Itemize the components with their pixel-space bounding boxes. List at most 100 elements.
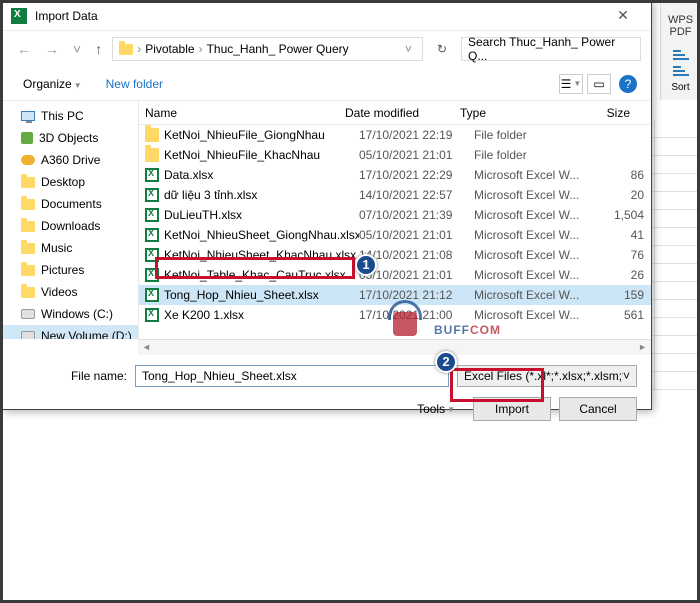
annotation-badge-2: 2	[435, 351, 457, 373]
tree-item[interactable]: Desktop	[3, 171, 138, 193]
tree-item[interactable]: 3D Objects	[3, 127, 138, 149]
file-type: Microsoft Excel W...	[474, 168, 594, 182]
file-date: 05/10/2021 21:01	[359, 148, 474, 162]
file-row[interactable]: dữ liệu 3 tỉnh.xlsx14/10/2021 22:57Micro…	[139, 185, 651, 205]
excel-file-icon	[145, 208, 159, 222]
file-date: 17/10/2021 21:12	[359, 288, 474, 302]
col-type[interactable]: Type	[460, 106, 580, 120]
file-size: 76	[594, 248, 644, 262]
file-type: Microsoft Excel W...	[474, 268, 594, 282]
folder-icon	[21, 177, 35, 188]
tree-item[interactable]: Music	[3, 237, 138, 259]
file-name: KetNoi_NhieuFile_KhacNhau	[164, 148, 359, 162]
new-folder-button[interactable]: New folder	[100, 73, 169, 95]
file-row[interactable]: DuLieuTH.xlsx07/10/2021 21:39Microsoft E…	[139, 205, 651, 225]
search-input[interactable]: Search Thuc_Hanh_ Power Q...	[461, 37, 641, 61]
annotation-highlight-1	[155, 257, 355, 279]
tree-item[interactable]: This PC	[3, 105, 138, 127]
breadcrumb-dropdown[interactable]: ˅	[401, 42, 416, 56]
tree-item-label: Desktop	[41, 175, 85, 189]
view-list-button[interactable]: ☰▼	[559, 74, 583, 94]
file-row[interactable]: KetNoi_NhieuFile_GiongNhau17/10/2021 22:…	[139, 125, 651, 145]
file-row[interactable]: Tong_Hop_Nhieu_Sheet.xlsx17/10/2021 21:1…	[139, 285, 651, 305]
breadcrumb-sep: ›	[137, 42, 141, 56]
excel-file-icon	[145, 308, 159, 322]
cell[interactable]	[655, 210, 700, 228]
refresh-button[interactable]: ↻	[429, 42, 455, 56]
col-name[interactable]: Name	[145, 106, 345, 120]
help-button[interactable]: ?	[619, 75, 637, 93]
file-row[interactable]: Xe K200 1.xlsx17/10/2021 21:00Microsoft …	[139, 305, 651, 325]
cell[interactable]	[655, 300, 700, 318]
folder-icon	[21, 287, 35, 298]
tree-item[interactable]: Videos	[3, 281, 138, 303]
file-size: 1,504	[594, 208, 644, 222]
wps-tab[interactable]: WPS PDF	[663, 14, 698, 38]
cell[interactable]	[655, 156, 700, 174]
sort-label: Sort	[671, 82, 689, 93]
tree-item[interactable]: Downloads	[3, 215, 138, 237]
cell[interactable]	[655, 138, 700, 156]
tree-item[interactable]: Windows (C:)	[3, 303, 138, 325]
cell[interactable]	[655, 228, 700, 246]
breadcrumb-item[interactable]: Pivotable	[145, 42, 194, 56]
tree-item[interactable]: Pictures	[3, 259, 138, 281]
list-header[interactable]: Name Date modified Type Size	[139, 101, 651, 125]
close-button[interactable]: ✕	[603, 7, 643, 24]
ribbon-panel: WPS PDF Sort	[660, 0, 700, 100]
file-type: Microsoft Excel W...	[474, 288, 594, 302]
tree-item[interactable]: A360 Drive	[3, 149, 138, 171]
cell[interactable]	[655, 120, 700, 138]
view-details-button[interactable]: ▭	[587, 74, 611, 94]
horizontal-scrollbar[interactable]	[138, 339, 651, 355]
toolbar: Organize▼ New folder ☰▼ ▭ ?	[3, 67, 651, 101]
back-button[interactable]: ←	[13, 41, 35, 57]
up-button[interactable]: ↑	[91, 41, 106, 57]
tree-item[interactable]: Documents	[3, 193, 138, 215]
breadcrumb[interactable]: › Pivotable › Thuc_Hanh_ Power Query ˅	[112, 37, 423, 61]
cell[interactable]	[655, 282, 700, 300]
cell[interactable]	[655, 372, 700, 390]
chevron-down-icon: ˅	[623, 369, 630, 383]
file-size: 86	[594, 168, 644, 182]
organize-button[interactable]: Organize▼	[17, 73, 88, 95]
dialog-footer: File name: Excel Files (*.xl*;*.xlsx;*.x…	[3, 355, 651, 431]
tree-item-label: This PC	[41, 109, 84, 123]
filename-input[interactable]	[135, 365, 449, 387]
tree-item[interactable]: New Volume (D:)	[3, 325, 138, 339]
col-date[interactable]: Date modified	[345, 106, 460, 120]
tools-dropdown[interactable]: Tools ▼	[417, 402, 455, 416]
file-size: 561	[594, 308, 644, 322]
file-row[interactable]: Data.xlsx17/10/2021 22:29Microsoft Excel…	[139, 165, 651, 185]
cell[interactable]	[655, 354, 700, 372]
file-name: Data.xlsx	[164, 168, 359, 182]
breadcrumb-item[interactable]: Thuc_Hanh_ Power Query	[207, 42, 349, 56]
col-size[interactable]: Size	[580, 106, 630, 120]
folder-icon	[21, 265, 35, 276]
cell[interactable]	[655, 246, 700, 264]
cell[interactable]	[655, 192, 700, 210]
tree-item-label: Videos	[41, 285, 77, 299]
forward-button: →	[41, 41, 63, 57]
cancel-button[interactable]: Cancel	[559, 397, 637, 421]
cell[interactable]	[655, 174, 700, 192]
file-name: Xe K200 1.xlsx	[164, 308, 359, 322]
file-row[interactable]: KetNoi_NhieuFile_KhacNhau05/10/2021 21:0…	[139, 145, 651, 165]
sort-button-group[interactable]: Sort	[663, 50, 698, 93]
cell[interactable]	[655, 336, 700, 354]
file-date: 05/10/2021 21:01	[359, 228, 474, 242]
file-date: 17/10/2021 22:19	[359, 128, 474, 142]
recent-dropdown[interactable]: ˅	[69, 41, 85, 57]
titlebar: Import Data ✕	[3, 1, 651, 31]
folder-tree[interactable]: This PC 3D ObjectsA360 Drive Desktop Docume…	[3, 101, 138, 339]
file-date: 07/10/2021 21:39	[359, 208, 474, 222]
cell[interactable]	[655, 318, 700, 336]
cell[interactable]	[655, 264, 700, 282]
file-row[interactable]: KetNoi_NhieuSheet_GiongNhau.xlsx05/10/20…	[139, 225, 651, 245]
details-icon: ▭	[593, 77, 604, 91]
excel-file-icon	[145, 228, 159, 242]
file-list[interactable]: Name Date modified Type Size KetNoi_Nhie…	[138, 101, 651, 339]
excel-file-icon	[145, 188, 159, 202]
drv-icon	[21, 331, 35, 339]
excel-app-icon	[11, 8, 27, 24]
